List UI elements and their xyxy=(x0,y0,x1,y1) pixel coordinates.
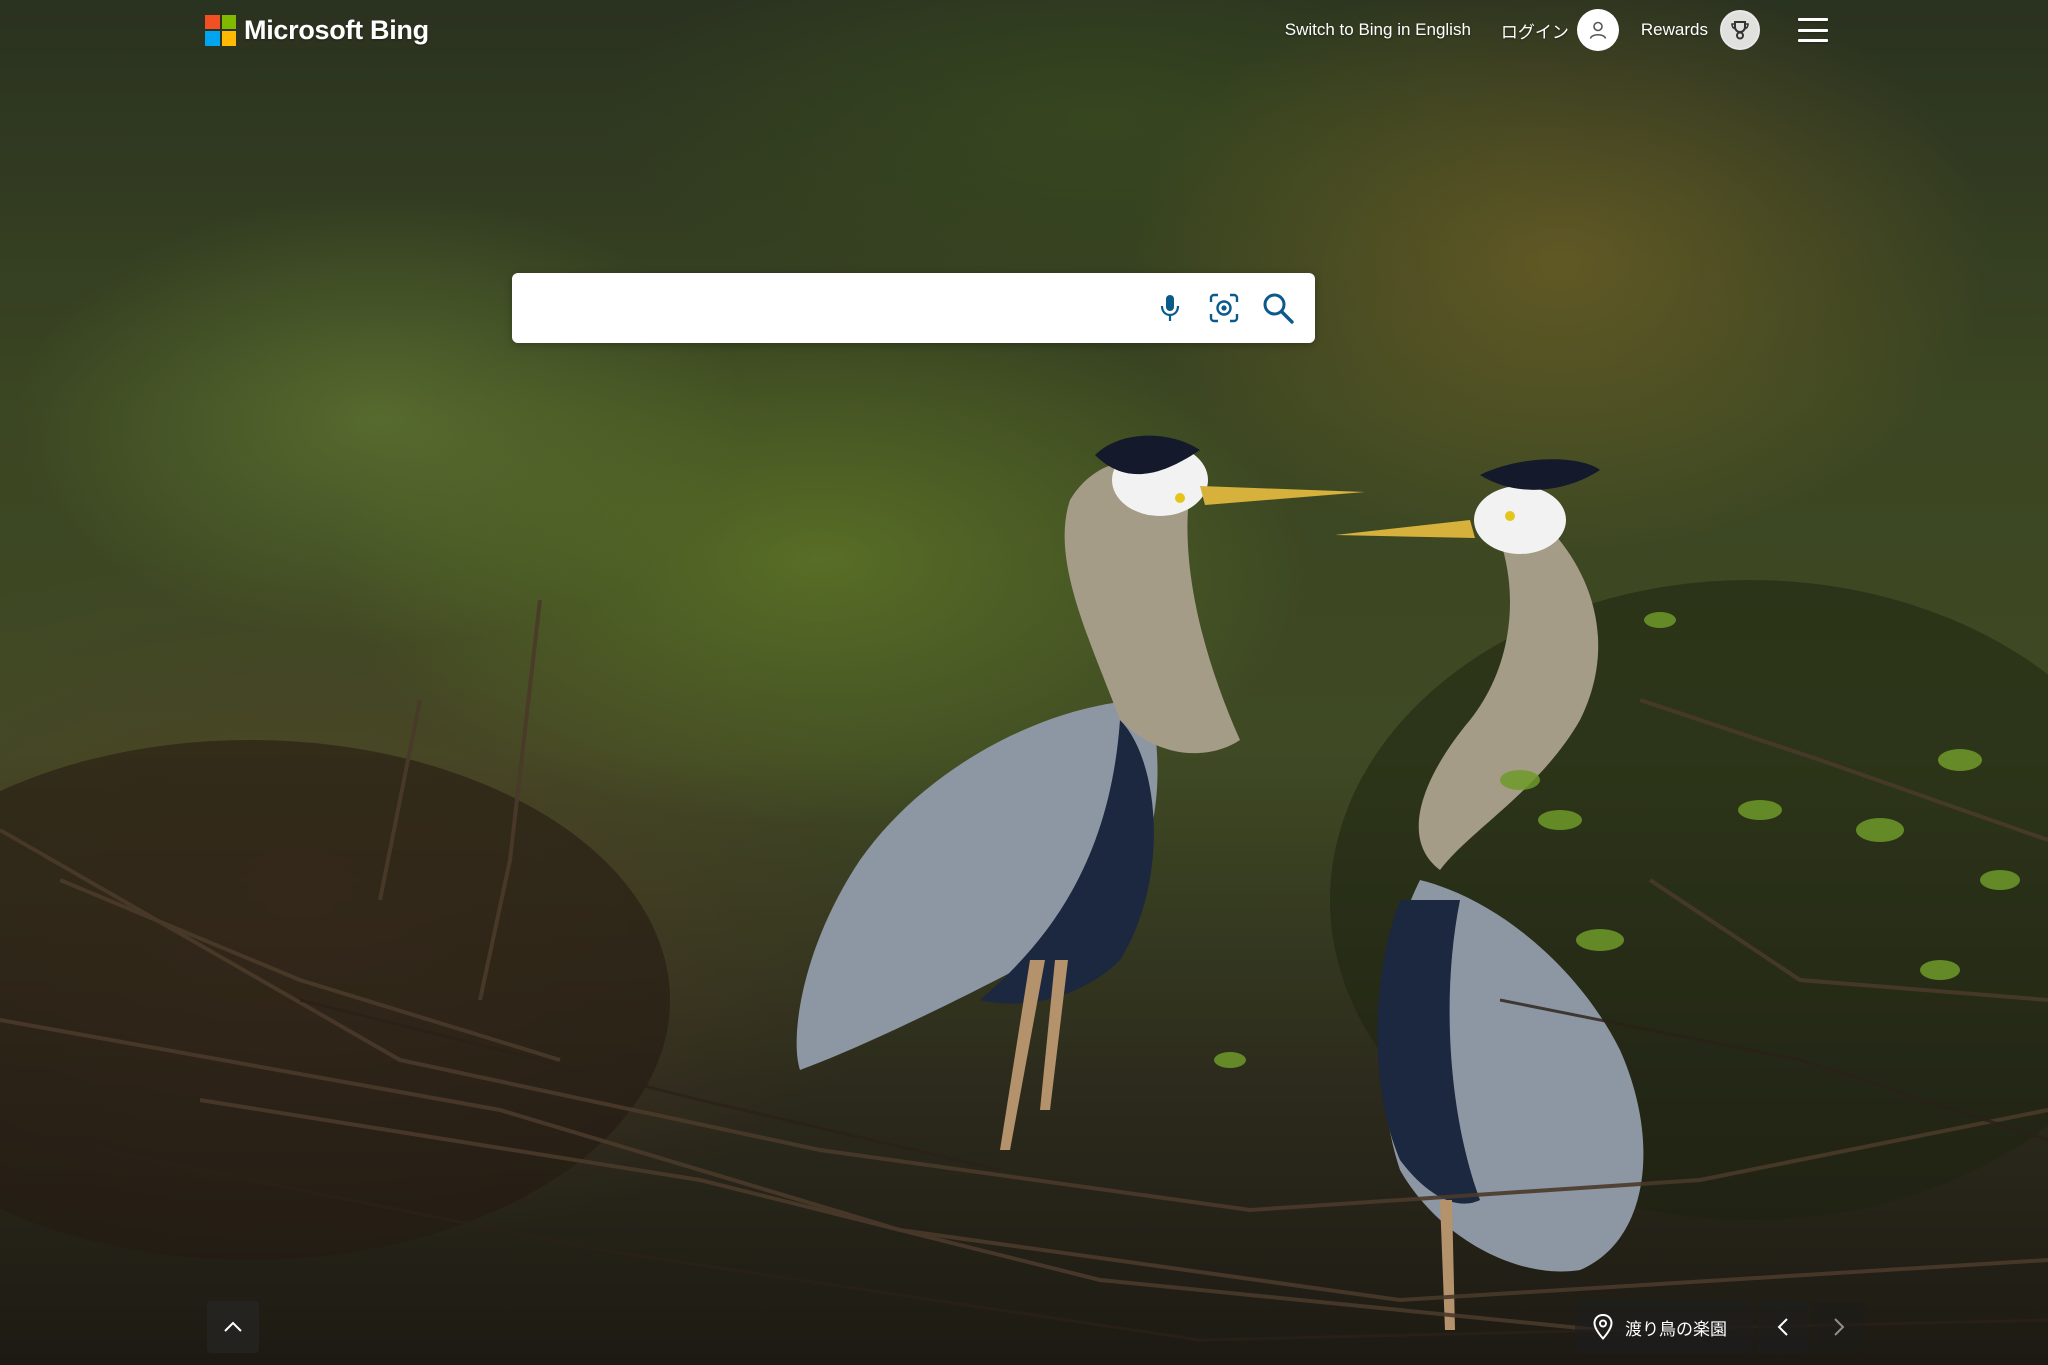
image-controls: 渡り鳥の楽園 xyxy=(1575,1301,1865,1353)
rewards-label: Rewards xyxy=(1640,20,1708,39)
search-actions xyxy=(1153,291,1315,325)
heron-illustration xyxy=(0,435,2048,1342)
bing-homepage: Microsoft Bing Switch to Bing in English… xyxy=(0,0,2048,1365)
location-pin-icon xyxy=(1593,1314,1613,1340)
visual-search-icon[interactable] xyxy=(1207,291,1241,325)
search-box xyxy=(512,273,1315,343)
switch-language-link[interactable]: Switch to Bing in English xyxy=(1285,20,1471,40)
bing-logo[interactable]: Microsoft Bing xyxy=(205,14,429,46)
search-icon[interactable] xyxy=(1261,291,1295,325)
menu-line xyxy=(1798,18,1828,21)
user-avatar-icon xyxy=(1576,9,1619,51)
microphone-icon[interactable] xyxy=(1153,291,1187,325)
brand-name: Microsoft Bing xyxy=(244,14,429,45)
menu-line xyxy=(1798,28,1828,32)
rewards-button[interactable]: Rewards xyxy=(1641,10,1760,50)
rewards-trophy-icon xyxy=(1720,10,1760,50)
next-image-button[interactable] xyxy=(1813,1301,1865,1353)
image-info-button[interactable]: 渡り鳥の楽園 xyxy=(1575,1301,1753,1353)
image-title: 渡り鳥の楽園 xyxy=(1625,1319,1727,1339)
logo-square-blue xyxy=(205,31,220,46)
search-input[interactable] xyxy=(512,273,1153,343)
top-header: Microsoft Bing Switch to Bing in English… xyxy=(0,0,2048,60)
microsoft-logo-icon xyxy=(205,14,236,46)
logo-square-red xyxy=(205,14,220,29)
hamburger-menu-icon[interactable] xyxy=(1798,18,1828,42)
login-label: ログイン xyxy=(1500,22,1569,42)
chevron-up-icon xyxy=(224,1321,242,1332)
logo-square-green xyxy=(221,14,236,29)
menu-line xyxy=(1798,39,1828,42)
chevron-left-icon xyxy=(1777,1318,1788,1336)
scroll-up-button[interactable] xyxy=(207,1301,259,1353)
logo-square-yellow xyxy=(221,31,236,46)
chevron-right-icon xyxy=(1834,1318,1845,1336)
header-nav: Switch to Bing in English ログイン Rewards xyxy=(1285,8,1828,52)
previous-image-button[interactable] xyxy=(1757,1301,1809,1353)
login-button[interactable]: ログイン xyxy=(1501,9,1619,51)
